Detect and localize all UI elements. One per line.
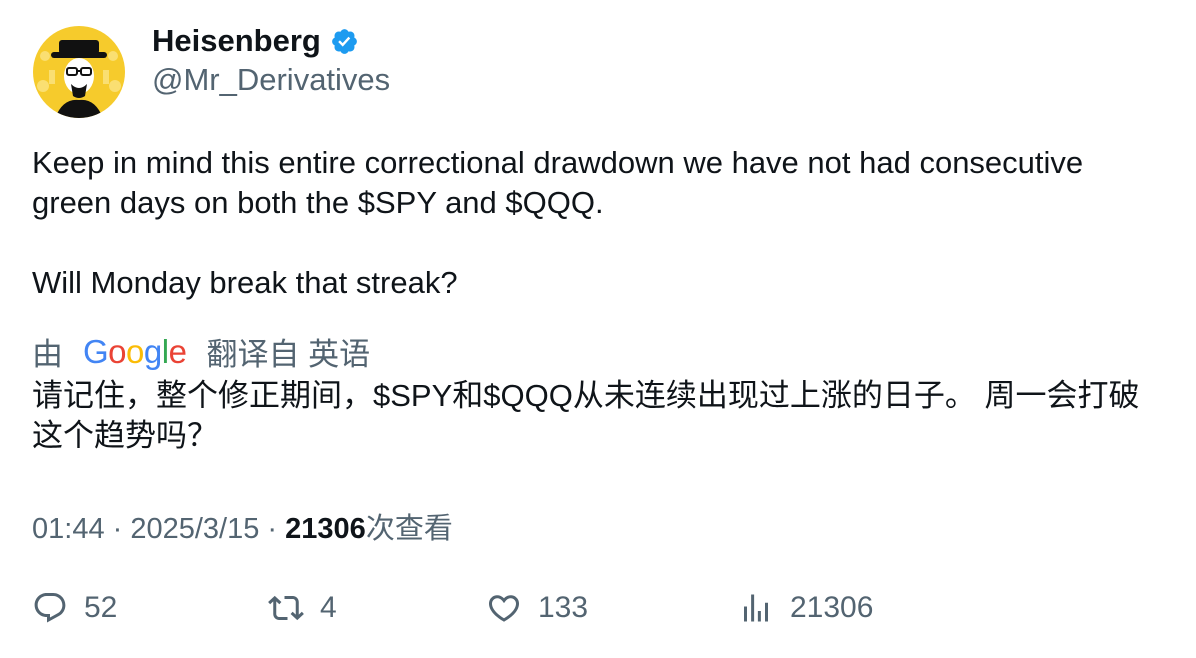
views-chart-icon [744,594,768,622]
author-name[interactable]: Heisenberg [152,23,321,59]
views-label: 次查看 [365,513,453,545]
views-button[interactable]: 21306 [738,590,873,626]
tweet-meta: 01:44 · 2025/3/15 · 21306次查看 [32,505,453,547]
tweet-text: Keep in mind this entire correctional dr… [32,143,1162,303]
retweet-button[interactable]: 4 [268,590,337,626]
author-name-row[interactable]: Heisenberg [152,23,359,59]
translation-attribution: 由 Google 翻译自 英语 [32,329,370,374]
reply-button[interactable]: 52 [32,590,117,626]
like-button[interactable]: 133 [486,590,588,626]
translation-suffix: 翻译自 英语 [206,337,371,372]
reply-icon [34,593,66,623]
translated-text: 请记住，整个修正期间，$SPY和$QQQ从未连续出现过上涨的日子。 周一会打破这… [32,378,1140,453]
heart-icon [488,595,520,622]
verified-badge-icon [331,28,357,54]
meta-separator: · [104,513,131,545]
author-handle[interactable]: @Mr_Derivatives [152,62,390,98]
retweet-icon [268,595,304,621]
translation-prefix: 由 [32,337,63,372]
tweet-paragraph: Keep in mind this entire correctional dr… [32,145,1084,220]
meta-separator: · [259,513,286,545]
heisenberg-avatar [33,26,125,118]
avatar[interactable] [33,26,125,118]
tweet-paragraph: Will Monday break that streak? [32,265,458,300]
tweet-time[interactable]: 01:44 [32,513,105,545]
retweet-count: 4 [320,591,337,624]
views-count: 21306 [285,513,366,545]
reply-count: 52 [84,591,118,624]
like-count: 133 [538,591,589,624]
tweet-date[interactable]: 2025/3/15 [130,513,259,545]
views-count-action: 21306 [790,591,874,624]
action-bar: 52 4 133 21306 [32,590,1172,636]
google-logo: Google [83,332,187,370]
